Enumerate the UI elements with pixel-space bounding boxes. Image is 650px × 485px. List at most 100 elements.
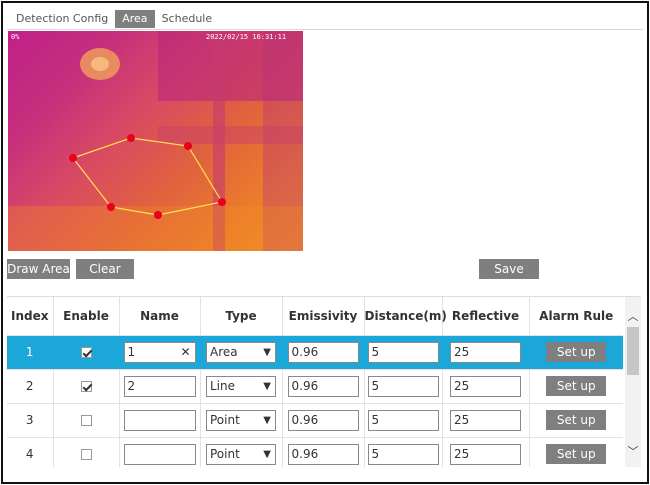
chevron-down-icon: ▼: [263, 448, 271, 460]
tab-schedule[interactable]: Schedule: [155, 10, 220, 28]
osd-label: 0%: [11, 33, 20, 41]
name-cell: 1 ✕: [119, 335, 201, 370]
type-cell: Point ▼: [200, 437, 283, 467]
header-emissivity: Emissivity: [282, 297, 365, 336]
type-cell: Area ▼: [200, 335, 283, 370]
distance-input[interactable]: 5: [367, 409, 439, 431]
polygon-vertex: [107, 203, 115, 211]
area-config-window: Detection Config Area Schedule 0% 2022/0…: [1, 1, 649, 484]
type-select[interactable]: Point ▼: [206, 409, 276, 431]
polygon-vertex: [69, 154, 77, 162]
scroll-thumb[interactable]: [627, 327, 639, 375]
tab-area[interactable]: Area: [115, 10, 155, 28]
polygon-vertex: [218, 198, 226, 206]
enable-cell: [53, 369, 120, 404]
setup-button[interactable]: Set up: [546, 376, 607, 396]
name-cell: [119, 437, 201, 467]
enable-cell: [53, 335, 120, 370]
detection-area-polygon: [72, 137, 223, 216]
row-index: 4: [7, 437, 54, 467]
setup-button[interactable]: Set up: [546, 444, 607, 464]
reflective-input[interactable]: 25: [450, 443, 521, 465]
row-index: 1: [7, 335, 54, 370]
table-scrollbar[interactable]: ︿ ﹀: [625, 297, 641, 467]
type-value: Point: [210, 446, 240, 461]
row-index: 2: [7, 369, 54, 404]
enable-checkbox[interactable]: [80, 347, 92, 358]
distance-cell: 5: [364, 437, 443, 467]
enable-cell: [53, 403, 120, 438]
type-value: Line: [210, 378, 236, 393]
distance-input[interactable]: 5: [367, 443, 439, 465]
polygon-vertex: [184, 142, 192, 150]
type-select[interactable]: Area ▼: [206, 341, 276, 363]
chevron-down-icon[interactable]: ﹀: [625, 444, 641, 460]
type-select[interactable]: Point ▼: [206, 443, 276, 465]
setup-button[interactable]: Set up: [546, 342, 607, 362]
reflective-input[interactable]: 25: [450, 375, 521, 397]
name-input[interactable]: [123, 443, 196, 465]
polygon-vertex: [127, 134, 135, 142]
name-value: 1: [127, 344, 136, 359]
distance-cell: 5: [364, 403, 443, 438]
reflective-cell: 25: [442, 403, 530, 438]
emissivity-cell: 0.96: [282, 369, 365, 404]
row-index: 3: [7, 403, 54, 438]
chevron-up-icon[interactable]: ︿: [625, 309, 641, 325]
tab-bar: Detection Config Area Schedule: [9, 10, 219, 28]
name-input[interactable]: 1 ✕: [123, 341, 196, 363]
header-distance: Distance(m): [364, 297, 447, 336]
setup-button[interactable]: Set up: [546, 410, 607, 430]
distance-input[interactable]: 5: [367, 341, 439, 363]
thermal-video-preview[interactable]: 0% 2022/02/15 16:31:11: [8, 31, 303, 251]
emissivity-input[interactable]: 0.96: [287, 409, 359, 431]
type-select[interactable]: Line ▼: [206, 375, 276, 397]
enable-checkbox[interactable]: [80, 415, 92, 426]
emissivity-input[interactable]: 0.96: [287, 443, 359, 465]
name-input[interactable]: 2: [123, 375, 196, 397]
header-reflective: Reflective: [442, 297, 530, 336]
draw-area-button[interactable]: Draw Area: [7, 259, 70, 279]
chevron-down-icon: ▼: [263, 380, 271, 392]
save-button[interactable]: Save: [479, 259, 539, 279]
close-icon[interactable]: ✕: [180, 343, 190, 362]
alarm-rule-cell: Set up: [529, 403, 623, 438]
enable-cell: [53, 437, 120, 467]
emissivity-cell: 0.96: [282, 437, 365, 467]
chevron-down-icon: ▼: [263, 346, 271, 358]
name-cell: [119, 403, 201, 438]
table-row[interactable]: 1 1 ✕ Area ▼ 0.96 5 25 Set up: [7, 335, 623, 370]
emissivity-input[interactable]: 0.96: [287, 375, 359, 397]
reflective-input[interactable]: 25: [450, 341, 521, 363]
table-row[interactable]: 2 2 Line ▼ 0.96 5 25 Set up: [7, 369, 623, 404]
header-alarm-rule: Alarm Rule: [529, 297, 623, 336]
enable-checkbox[interactable]: [80, 381, 92, 392]
name-cell: 2: [119, 369, 201, 404]
thermal-scene: [8, 31, 303, 251]
reflective-cell: 25: [442, 369, 530, 404]
table-row[interactable]: 4 Point ▼ 0.96 5 25 Set up: [7, 437, 623, 467]
alarm-rule-cell: Set up: [529, 335, 623, 370]
distance-cell: 5: [364, 335, 443, 370]
emissivity-input[interactable]: 0.96: [287, 341, 359, 363]
alarm-rule-cell: Set up: [529, 369, 623, 404]
reflective-input[interactable]: 25: [450, 409, 521, 431]
table-header: Index Enable Name Type Emissivity Distan…: [7, 297, 623, 336]
alarm-rule-cell: Set up: [529, 437, 623, 467]
type-cell: Line ▼: [200, 369, 283, 404]
distance-input[interactable]: 5: [367, 375, 439, 397]
header-enable: Enable: [53, 297, 120, 336]
polygon-vertex: [154, 211, 162, 219]
reflective-cell: 25: [442, 437, 530, 467]
emissivity-cell: 0.96: [282, 335, 365, 370]
table-row[interactable]: 3 Point ▼ 0.96 5 25 Set up: [7, 403, 623, 438]
enable-checkbox[interactable]: [80, 449, 92, 460]
type-value: Area: [210, 344, 238, 359]
area-table: Index Enable Name Type Emissivity Distan…: [7, 296, 641, 467]
osd-timestamp: 2022/02/15 16:31:11: [206, 33, 287, 41]
emissivity-cell: 0.96: [282, 403, 365, 438]
name-input[interactable]: [123, 409, 196, 431]
reflective-cell: 25: [442, 335, 530, 370]
tab-detection-config[interactable]: Detection Config: [9, 10, 115, 28]
clear-button[interactable]: Clear: [76, 259, 134, 279]
